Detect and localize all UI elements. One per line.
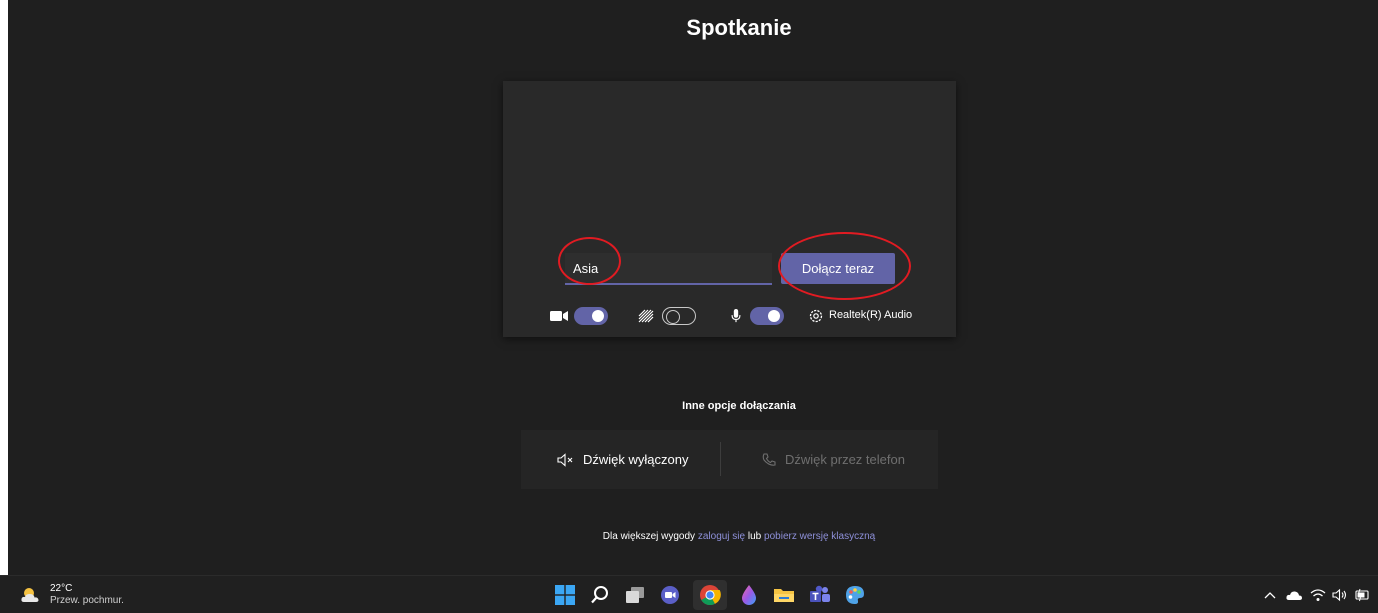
wifi-icon[interactable] <box>1310 588 1326 602</box>
download-classic-link[interactable]: pobierz wersję klasyczną <box>764 531 875 542</box>
drop-app-icon[interactable] <box>737 583 761 607</box>
other-options-heading: Inne opcje dołączania <box>682 400 796 412</box>
window-edge <box>0 0 8 575</box>
microphone-toggle[interactable] <box>750 307 784 325</box>
name-input-field[interactable] <box>565 253 772 285</box>
weather-description: Przew. pochmur. <box>50 595 124 606</box>
video-preview-panel: Dołącz teraz <box>503 81 956 337</box>
audio-off-label: Dźwięk wyłączony <box>583 452 689 467</box>
task-view-icon[interactable] <box>623 583 647 607</box>
speaker-muted-icon <box>557 452 573 467</box>
footer-prefix: Dla większej wygody <box>602 531 696 542</box>
microphone-toggle-knob <box>768 310 780 322</box>
paint-icon[interactable] <box>843 583 867 607</box>
file-explorer-icon[interactable] <box>772 583 796 607</box>
other-join-options: Dźwięk wyłączony Dźwięk przez telefon <box>521 430 938 489</box>
search-icon[interactable] <box>588 583 612 607</box>
background-effects-icon <box>638 309 654 323</box>
volume-icon[interactable] <box>1332 588 1348 602</box>
background-effects-toggle[interactable] <box>662 307 696 325</box>
chrome-icon[interactable] <box>693 580 727 610</box>
footer-middle: lub <box>747 531 762 542</box>
audio-device-label[interactable]: Realtek(R) Audio <box>829 309 912 321</box>
battery-icon[interactable] <box>1354 588 1370 602</box>
teams-prejoin-window: Spotkanie Dołącz teraz <box>8 0 1378 575</box>
camera-icon <box>550 311 568 321</box>
weather-widget[interactable]: 22°C Przew. pochmur. <box>20 582 124 608</box>
phone-icon <box>762 452 776 466</box>
phone-audio-option[interactable]: Dźwięk przez telefon <box>761 430 905 489</box>
screen: Spotkanie Dołącz teraz <box>0 0 1378 613</box>
options-divider <box>720 442 721 476</box>
windows-start-icon[interactable] <box>553 583 577 607</box>
teams-icon[interactable] <box>808 583 832 607</box>
phone-audio-label: Dźwięk przez telefon <box>785 452 905 467</box>
device-controls: Realtek(R) Audio <box>550 305 930 327</box>
partly-cloudy-icon <box>21 588 39 602</box>
camera-toggle[interactable] <box>574 307 608 325</box>
footer-note: Dla większej wygody zaloguj się lub pobi… <box>8 531 1378 542</box>
onedrive-icon[interactable] <box>1286 588 1302 602</box>
join-now-button[interactable]: Dołącz teraz <box>781 253 895 284</box>
camera-toggle-knob <box>592 310 604 322</box>
background-effects-toggle-knob <box>666 310 680 324</box>
name-input[interactable] <box>565 253 772 283</box>
audio-off-option[interactable]: Dźwięk wyłączony <box>557 430 688 489</box>
login-link[interactable]: zaloguj się <box>698 531 745 542</box>
microphone-icon <box>731 309 741 323</box>
gear-icon[interactable] <box>808 308 824 324</box>
page-title: Spotkanie <box>686 15 792 40</box>
taskbar: 22°C Przew. pochmur. <box>0 575 1378 613</box>
weather-temperature: 22°C <box>50 583 73 594</box>
chevron-up-icon[interactable] <box>1264 588 1276 602</box>
chat-icon[interactable] <box>658 583 682 607</box>
